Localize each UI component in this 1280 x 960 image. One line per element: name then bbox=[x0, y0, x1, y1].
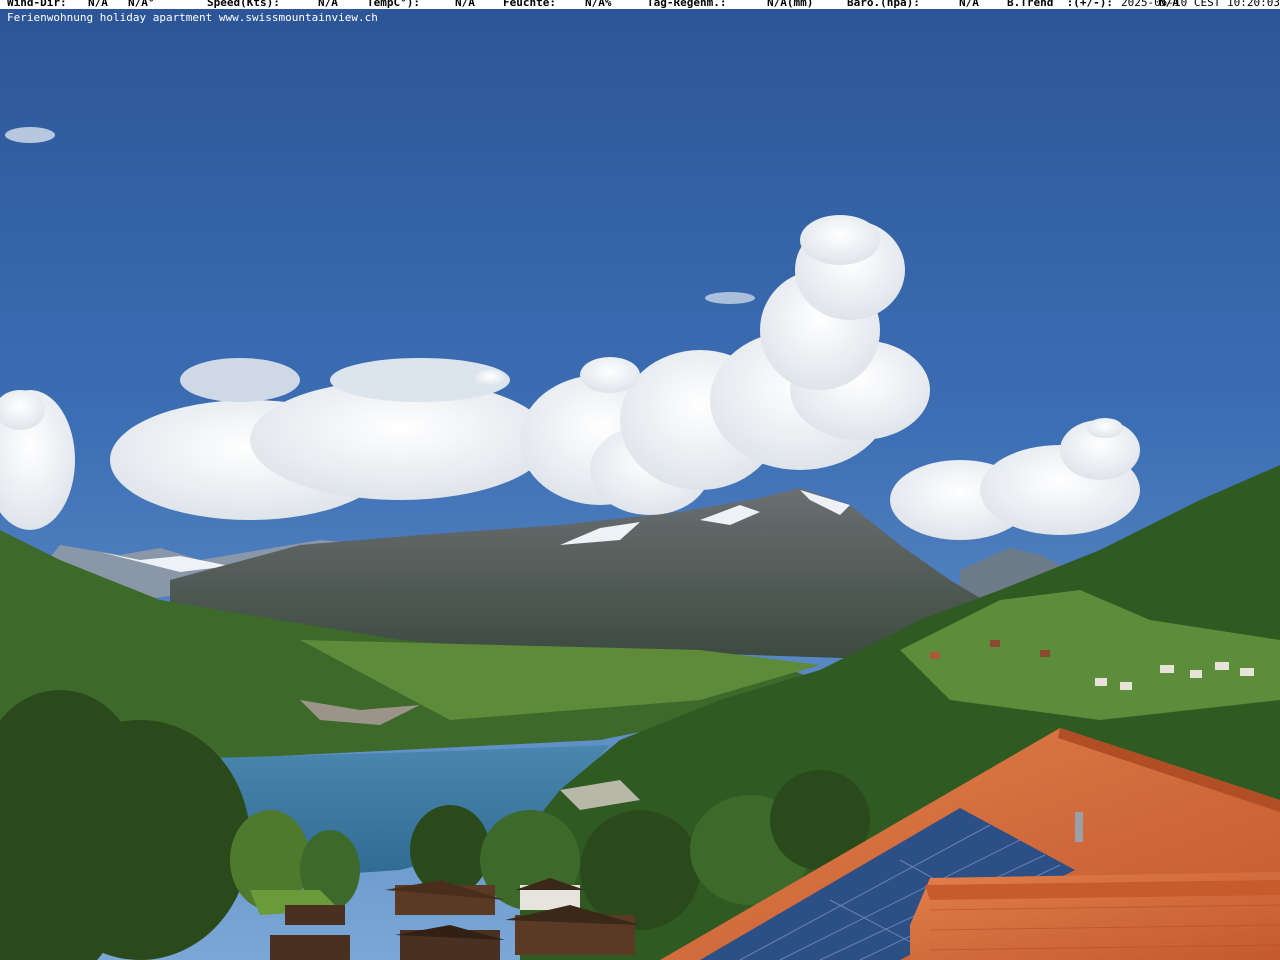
temp-label: TempC°): bbox=[367, 0, 420, 9]
rain-value: N/A(mm) bbox=[767, 0, 814, 9]
rain-label: Tag-Regenm.: bbox=[647, 0, 727, 9]
timestamp: 2025-05-10 CEST 10:20:03 bbox=[1121, 0, 1280, 9]
trend-label: B.Trend :(+/-): bbox=[1007, 0, 1113, 9]
wind-deg-value: N/A° bbox=[128, 0, 155, 9]
wind-dir-label: Wind-Dir: bbox=[7, 0, 67, 9]
temp-value: N/A bbox=[455, 0, 475, 9]
baro-value: N/A bbox=[959, 0, 979, 9]
wind-dir-value: N/A bbox=[88, 0, 108, 9]
humidity-label: Feuchte: bbox=[503, 0, 556, 9]
webcam-landscape bbox=[0, 0, 1280, 960]
speed-label: Speed(Kts): bbox=[207, 0, 280, 9]
baro-label: Baro.(hpa): bbox=[847, 0, 920, 9]
chimney-pipe bbox=[1075, 812, 1083, 842]
caption: Ferienwohnung holiday apartment www.swis… bbox=[7, 11, 378, 24]
humidity-value: N/A% bbox=[585, 0, 612, 9]
speed-value: N/A bbox=[318, 0, 338, 9]
